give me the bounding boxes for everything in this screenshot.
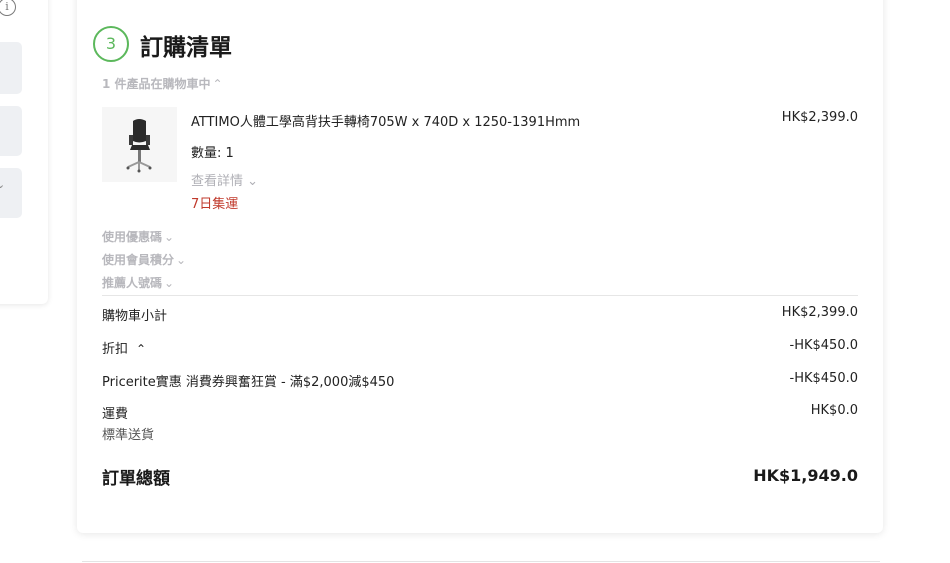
product-price: HK$2,399.0: [781, 110, 858, 125]
discount-value: -HK$450.0: [789, 338, 858, 353]
chevron-down-icon: ⌄: [164, 230, 175, 244]
shipping-value: HK$0.0: [810, 403, 858, 418]
chevron-up-icon: ⌃: [212, 77, 223, 91]
view-details-label: 查看詳情: [191, 174, 244, 189]
discount-toggle[interactable]: 折扣 ⌃: [102, 338, 146, 357]
chevron-down-icon: ⌄: [243, 174, 259, 189]
member-points-label: 使用會員積分: [102, 253, 175, 267]
coupon-label: 使用優惠碼: [102, 230, 163, 244]
chevron-down-icon[interactable]: ⌄: [0, 178, 5, 191]
subtotal-label: 購物車小計: [102, 309, 168, 324]
order-summary-card: 3 訂購清單 1 件產品在購物車中 ⌃ ATTIMO人體工學高背扶手轉椅705W …: [77, 0, 883, 533]
shipping-label: 運費: [102, 407, 129, 422]
discount-label: 折扣: [102, 342, 129, 357]
coupon-toggle[interactable]: 使用優惠碼 ⌄: [102, 228, 174, 245]
left-panel-field[interactable]: [0, 42, 22, 94]
member-points-toggle[interactable]: 使用會員積分 ⌄: [102, 251, 186, 268]
section-title: 訂購清單: [140, 35, 232, 61]
order-total-label: 訂單總額: [102, 469, 170, 489]
referral-toggle[interactable]: 推薦人號碼 ⌄: [102, 274, 174, 291]
cart-count-text: 1 件產品在購物車中: [102, 77, 211, 91]
divider: [102, 295, 858, 296]
product-quantity: 數量: 1: [191, 146, 234, 161]
info-icon[interactable]: i: [0, 0, 16, 16]
order-total-value: HK$1,949.0: [753, 466, 858, 485]
referral-label: 推薦人號碼: [102, 276, 163, 290]
chevron-up-icon: ⌃: [136, 342, 147, 356]
view-details-toggle[interactable]: 查看詳情 ⌄: [191, 170, 258, 189]
product-thumbnail[interactable]: [102, 107, 177, 182]
cart-count-toggle[interactable]: 1 件產品在購物車中 ⌃: [102, 75, 223, 92]
step-number-badge: 3: [93, 26, 129, 62]
promo-value: -HK$450.0: [789, 371, 858, 386]
product-name[interactable]: ATTIMO人體工學高背扶手轉椅705W x 740D x 1250-1391H…: [191, 111, 580, 130]
left-panel-field[interactable]: [0, 106, 22, 156]
shipping-method: 標準送貨: [102, 428, 155, 443]
promo-label: Pricerite實惠 消費券興奮狂賞 - 滿$2,000減$450: [102, 375, 395, 390]
left-side-panel: i ⌄: [0, 0, 48, 304]
delivery-badge: 7日集運: [191, 197, 239, 212]
chevron-down-icon: ⌄: [164, 276, 175, 290]
subtotal-value: HK$2,399.0: [781, 305, 858, 320]
chevron-down-icon: ⌄: [176, 253, 187, 267]
divider: [82, 561, 880, 562]
left-panel-select[interactable]: [0, 168, 22, 218]
